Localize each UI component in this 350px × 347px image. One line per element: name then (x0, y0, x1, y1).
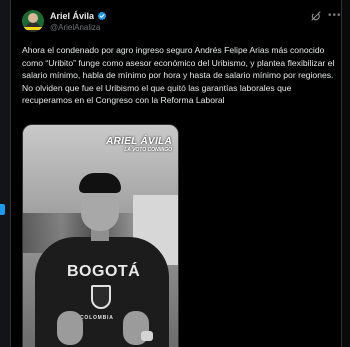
photo-person: BOGOTÁ COLOMBIA (23, 125, 178, 347)
author-handle[interactable]: @ArielAnaliza (50, 23, 100, 32)
crest-label: COLOMBIA (80, 315, 114, 321)
more-options-icon[interactable]: ••• (328, 10, 341, 22)
photo-watermark: ARIEL ÁVILA LA VOTO CONMIGO (106, 137, 172, 153)
scrollbar-track[interactable] (342, 0, 350, 347)
hair (79, 173, 121, 193)
watermark-sub: LA VOTO CONMIGO (124, 147, 172, 153)
tweet-image[interactable]: BOGOTÁ COLOMBIA ARIEL ÁVILA LA VOTO CONM… (22, 124, 179, 347)
author-name[interactable]: Ariel Ávila (50, 11, 94, 21)
sweater-text: BOGOTÁ (67, 263, 141, 280)
background-blue-indicator (0, 204, 5, 215)
left-hand (57, 311, 83, 345)
tweet-text: Ahora el condenado por agro ingreso segu… (22, 45, 335, 105)
crest-icon (91, 285, 111, 309)
tweet-header: Ariel Ávila @ArielAnaliza ••• (22, 10, 341, 36)
verified-badge-icon (97, 11, 107, 21)
background-panel-edge (0, 0, 10, 347)
watch (141, 331, 153, 341)
avatar[interactable] (22, 10, 44, 32)
grok-icon[interactable] (310, 10, 322, 22)
watermark-main: ARIEL ÁVILA (106, 136, 172, 147)
author-name-row: Ariel Ávila (50, 11, 107, 21)
